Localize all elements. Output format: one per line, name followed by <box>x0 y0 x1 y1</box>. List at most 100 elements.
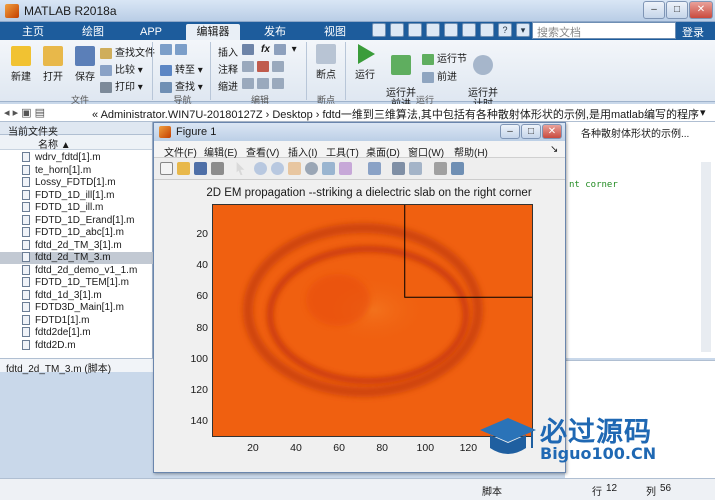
goto-button[interactable]: 转至 ▾ <box>160 61 203 76</box>
file-list-item[interactable]: fdtd2D.m <box>22 340 76 352</box>
file-list-item[interactable]: FDTD_1D_ill.m <box>22 202 103 214</box>
tab-editor[interactable]: 编辑器 <box>186 24 240 40</box>
minimize-button[interactable]: – <box>643 1 665 19</box>
rotate-3d-icon[interactable] <box>305 162 318 175</box>
file-list-item[interactable]: FDTD_1D_abc[1].m <box>22 227 124 239</box>
m-file-icon <box>22 289 30 300</box>
open-button[interactable]: 打开 <box>38 46 68 83</box>
menu-desktop[interactable]: 桌面(D) <box>366 144 400 159</box>
run-button[interactable]: 运行 <box>350 44 380 81</box>
tab-publish[interactable]: 发布 <box>252 24 298 40</box>
menu-tools[interactable]: 工具(T) <box>326 144 359 159</box>
file-list-item[interactable]: FDTD_1D_Erand[1].m <box>22 215 134 227</box>
chevron-down-icon[interactable]: ▾ <box>516 23 530 37</box>
tab-view[interactable]: 视图 <box>312 24 358 40</box>
menu-window[interactable]: 窗口(W) <box>408 144 444 159</box>
file-list-item[interactable]: FDTD3D_Main[1].m <box>22 302 124 314</box>
figure-close-button[interactable]: ✕ <box>542 124 562 139</box>
help-icon[interactable]: ? <box>498 23 512 37</box>
find-button[interactable]: 查找 ▾ <box>160 78 203 93</box>
file-list-item[interactable]: te_horn[1].m <box>22 165 91 177</box>
advance-button[interactable]: 前进 <box>422 68 457 83</box>
nav-back-forward[interactable] <box>160 44 190 55</box>
compare-button[interactable]: 比较 ▾ <box>100 61 143 76</box>
menu-file[interactable]: 文件(F) <box>164 144 197 159</box>
insert-legend-icon[interactable] <box>409 162 422 175</box>
file-list-item[interactable]: wdrv_fdtd[1].m <box>22 152 101 164</box>
file-list-item[interactable]: FDTD1[1].m <box>22 315 89 327</box>
field-heatmap <box>213 205 532 436</box>
figure-title-bar[interactable]: Figure 1 – □ ✕ <box>154 123 565 141</box>
file-list-item[interactable]: fdtd2de[1].m <box>22 327 91 339</box>
zoom-out-icon[interactable] <box>271 162 284 175</box>
address-path[interactable]: « Administrator.WIN7U-20180127Z › Deskto… <box>92 106 699 122</box>
insert-colorbar-icon[interactable] <box>392 162 405 175</box>
file-list-item[interactable]: fdtd_2d_demo_v1_1.m <box>22 265 137 277</box>
new-button[interactable]: 新建 <box>6 46 36 83</box>
m-file-icon <box>22 314 30 325</box>
redo-qat-icon[interactable] <box>462 23 476 37</box>
insert-tools[interactable]: fx ▾ <box>242 44 297 55</box>
breakpoints-button[interactable]: 断点 <box>310 44 342 81</box>
file-list-item[interactable]: FDTD_1D_ill[1].m <box>22 190 114 202</box>
maximize-button[interactable]: □ <box>666 1 688 19</box>
save-figure-icon[interactable] <box>194 162 207 175</box>
pan-hand-icon[interactable] <box>288 162 301 175</box>
paste-qat-icon[interactable] <box>426 23 440 37</box>
file-list-item[interactable]: fdtd_2d_TM_3[1].m <box>22 240 122 252</box>
menu-insert[interactable]: 插入(I) <box>288 144 317 159</box>
print-figure-icon[interactable] <box>211 162 224 175</box>
plot-axes[interactable] <box>212 204 533 437</box>
nav-arrows-icon[interactable]: ◂ ▸ ▣ ▤ <box>4 106 45 119</box>
close-button[interactable]: ✕ <box>689 1 713 19</box>
indent-label: 缩进 <box>218 82 238 93</box>
copy-qat-icon[interactable] <box>408 23 422 37</box>
figure-minimize-button[interactable]: – <box>500 124 520 139</box>
tab-plots[interactable]: 绘图 <box>70 24 116 40</box>
menu-edit[interactable]: 编辑(E) <box>204 144 237 159</box>
find-files-button[interactable]: 查找文件 <box>100 44 155 59</box>
save-qat-icon[interactable] <box>372 23 386 37</box>
editor-tab[interactable]: 各种散射体形状的示例... <box>581 125 689 140</box>
indent-tools[interactable] <box>242 78 287 89</box>
smart-indent-icon <box>242 78 254 89</box>
save-button[interactable]: 保存 <box>70 46 100 83</box>
file-list-item[interactable]: fdtd_1d_3[1].m <box>22 290 102 302</box>
pointer-icon[interactable] <box>236 162 245 175</box>
indent-button[interactable]: 缩进 <box>218 78 238 93</box>
comment-icon <box>242 61 254 72</box>
insert-button[interactable]: 插入 <box>218 44 238 59</box>
graduation-cap-icon <box>480 418 536 454</box>
comment-tools[interactable] <box>242 61 287 72</box>
tab-home[interactable]: 主页 <box>10 24 56 40</box>
brush-icon[interactable] <box>339 162 352 175</box>
file-list-item[interactable]: fdtd_2d_TM_3.m <box>0 252 153 264</box>
dock-arrow-icon[interactable]: ↘ <box>550 144 558 155</box>
figure-maximize-button[interactable]: □ <box>521 124 541 139</box>
menu-view[interactable]: 查看(V) <box>246 144 279 159</box>
editor-scrollbar[interactable] <box>701 162 711 352</box>
advance-icon <box>422 71 434 83</box>
chevron-down-icon[interactable]: ▾ <box>700 106 706 119</box>
print-button[interactable]: 打印 ▾ <box>100 78 143 93</box>
file-list-item[interactable]: FDTD_1D_TEM[1].m <box>22 277 129 289</box>
editor-pane[interactable]: 各种散射体形状的示例... nt corner <box>565 122 715 358</box>
cut-qat-icon[interactable] <box>390 23 404 37</box>
search-input[interactable]: 搜索文档 <box>532 22 676 39</box>
file-list-item[interactable]: Lossy_FDTD[1].m <box>22 177 116 189</box>
link-plot-icon[interactable] <box>368 162 381 175</box>
new-figure-icon[interactable] <box>160 162 173 175</box>
login-link[interactable]: 登录 <box>682 24 704 40</box>
current-folder-address-bar[interactable]: ◂ ▸ ▣ ▤ « Administrator.WIN7U-20180127Z … <box>0 104 715 122</box>
open-file-icon[interactable] <box>177 162 190 175</box>
comment-button[interactable]: 注释 <box>218 61 238 76</box>
data-cursor-icon[interactable] <box>322 162 335 175</box>
zoom-in-icon[interactable] <box>254 162 267 175</box>
show-plot-tools-icon[interactable] <box>451 162 464 175</box>
tab-apps[interactable]: APP <box>128 24 174 40</box>
undo-qat-icon[interactable] <box>444 23 458 37</box>
menu-help[interactable]: 帮助(H) <box>454 144 488 159</box>
hide-plot-tools-icon[interactable] <box>434 162 447 175</box>
run-section-button[interactable]: 运行节 <box>422 50 467 65</box>
switch-windows-icon[interactable] <box>480 23 494 37</box>
